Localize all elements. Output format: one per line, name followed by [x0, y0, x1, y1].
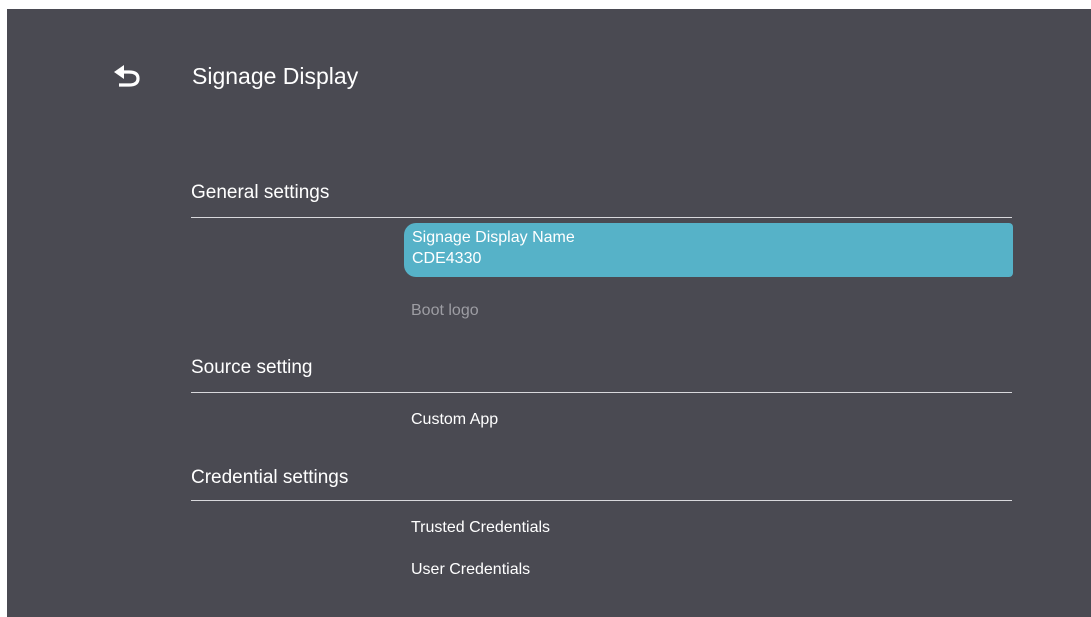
trusted-credentials-item[interactable]: Trusted Credentials: [411, 518, 550, 538]
section-divider-general: [191, 217, 1012, 218]
signage-display-name-value: CDE4330: [412, 250, 482, 267]
back-arrow-icon: [107, 61, 147, 101]
section-header-credential: Credential settings: [191, 467, 349, 488]
section-header-source: Source setting: [191, 357, 313, 378]
section-divider-source: [191, 392, 1012, 393]
section-header-general: General settings: [191, 182, 330, 203]
section-divider-credential: [191, 500, 1012, 501]
custom-app-item[interactable]: Custom App: [411, 410, 498, 430]
signage-display-name-item[interactable]: Signage Display Name CDE4330: [404, 223, 1013, 277]
page-title: Signage Display: [192, 63, 359, 89]
settings-screen: Signage Display General settings Signage…: [7, 9, 1091, 617]
back-button[interactable]: [107, 61, 147, 101]
user-credentials-item[interactable]: User Credentials: [411, 560, 530, 580]
signage-display-name-label: Signage Display Name: [412, 229, 575, 246]
boot-logo-item[interactable]: Boot logo: [411, 301, 479, 321]
